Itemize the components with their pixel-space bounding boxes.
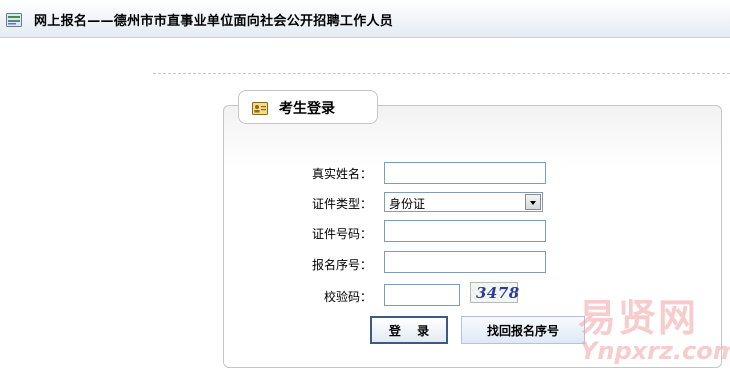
captcha-code: 3478 — [476, 284, 520, 302]
captcha-label: 校验码： — [323, 290, 372, 304]
watermark-en-text: Ynpxrz.com — [580, 337, 730, 365]
dashed-divider — [153, 73, 730, 74]
login-panel-tab: 考生登录 — [238, 90, 378, 124]
name-label: 真实姓名： — [311, 167, 372, 181]
id-type-label: 证件类型： — [311, 197, 372, 211]
page-title: 网上报名——德州市市直事业单位面向社会公开招聘工作人员 — [34, 14, 394, 29]
find-reg-no-button[interactable]: 找回报名序号 — [461, 316, 585, 344]
list-icon — [6, 13, 22, 27]
captcha-input[interactable] — [384, 284, 460, 306]
id-type-select[interactable]: 身份证 — [384, 192, 543, 212]
id-type-selected-value: 身份证 — [389, 197, 426, 211]
id-number-label: 证件号码： — [311, 227, 372, 241]
reg-no-label: 报名序号： — [311, 258, 372, 272]
panel-title: 考生登录 — [279, 101, 335, 117]
captcha-image[interactable]: 3478 — [470, 282, 520, 303]
watermark-cn-text: 易贤网 — [578, 296, 699, 340]
id-number-input[interactable] — [384, 220, 546, 242]
id-card-icon — [252, 102, 268, 115]
name-input[interactable] — [384, 162, 546, 184]
dropdown-arrow-icon[interactable] — [525, 194, 541, 210]
reg-no-input[interactable] — [384, 251, 546, 273]
site-watermark: 易贤网 Ynpxrz.com — [576, 287, 730, 371]
top-header-bar: 网上报名——德州市市直事业单位面向社会公开招聘工作人员 — [0, 0, 730, 38]
login-button[interactable]: 登 录 — [370, 316, 448, 344]
